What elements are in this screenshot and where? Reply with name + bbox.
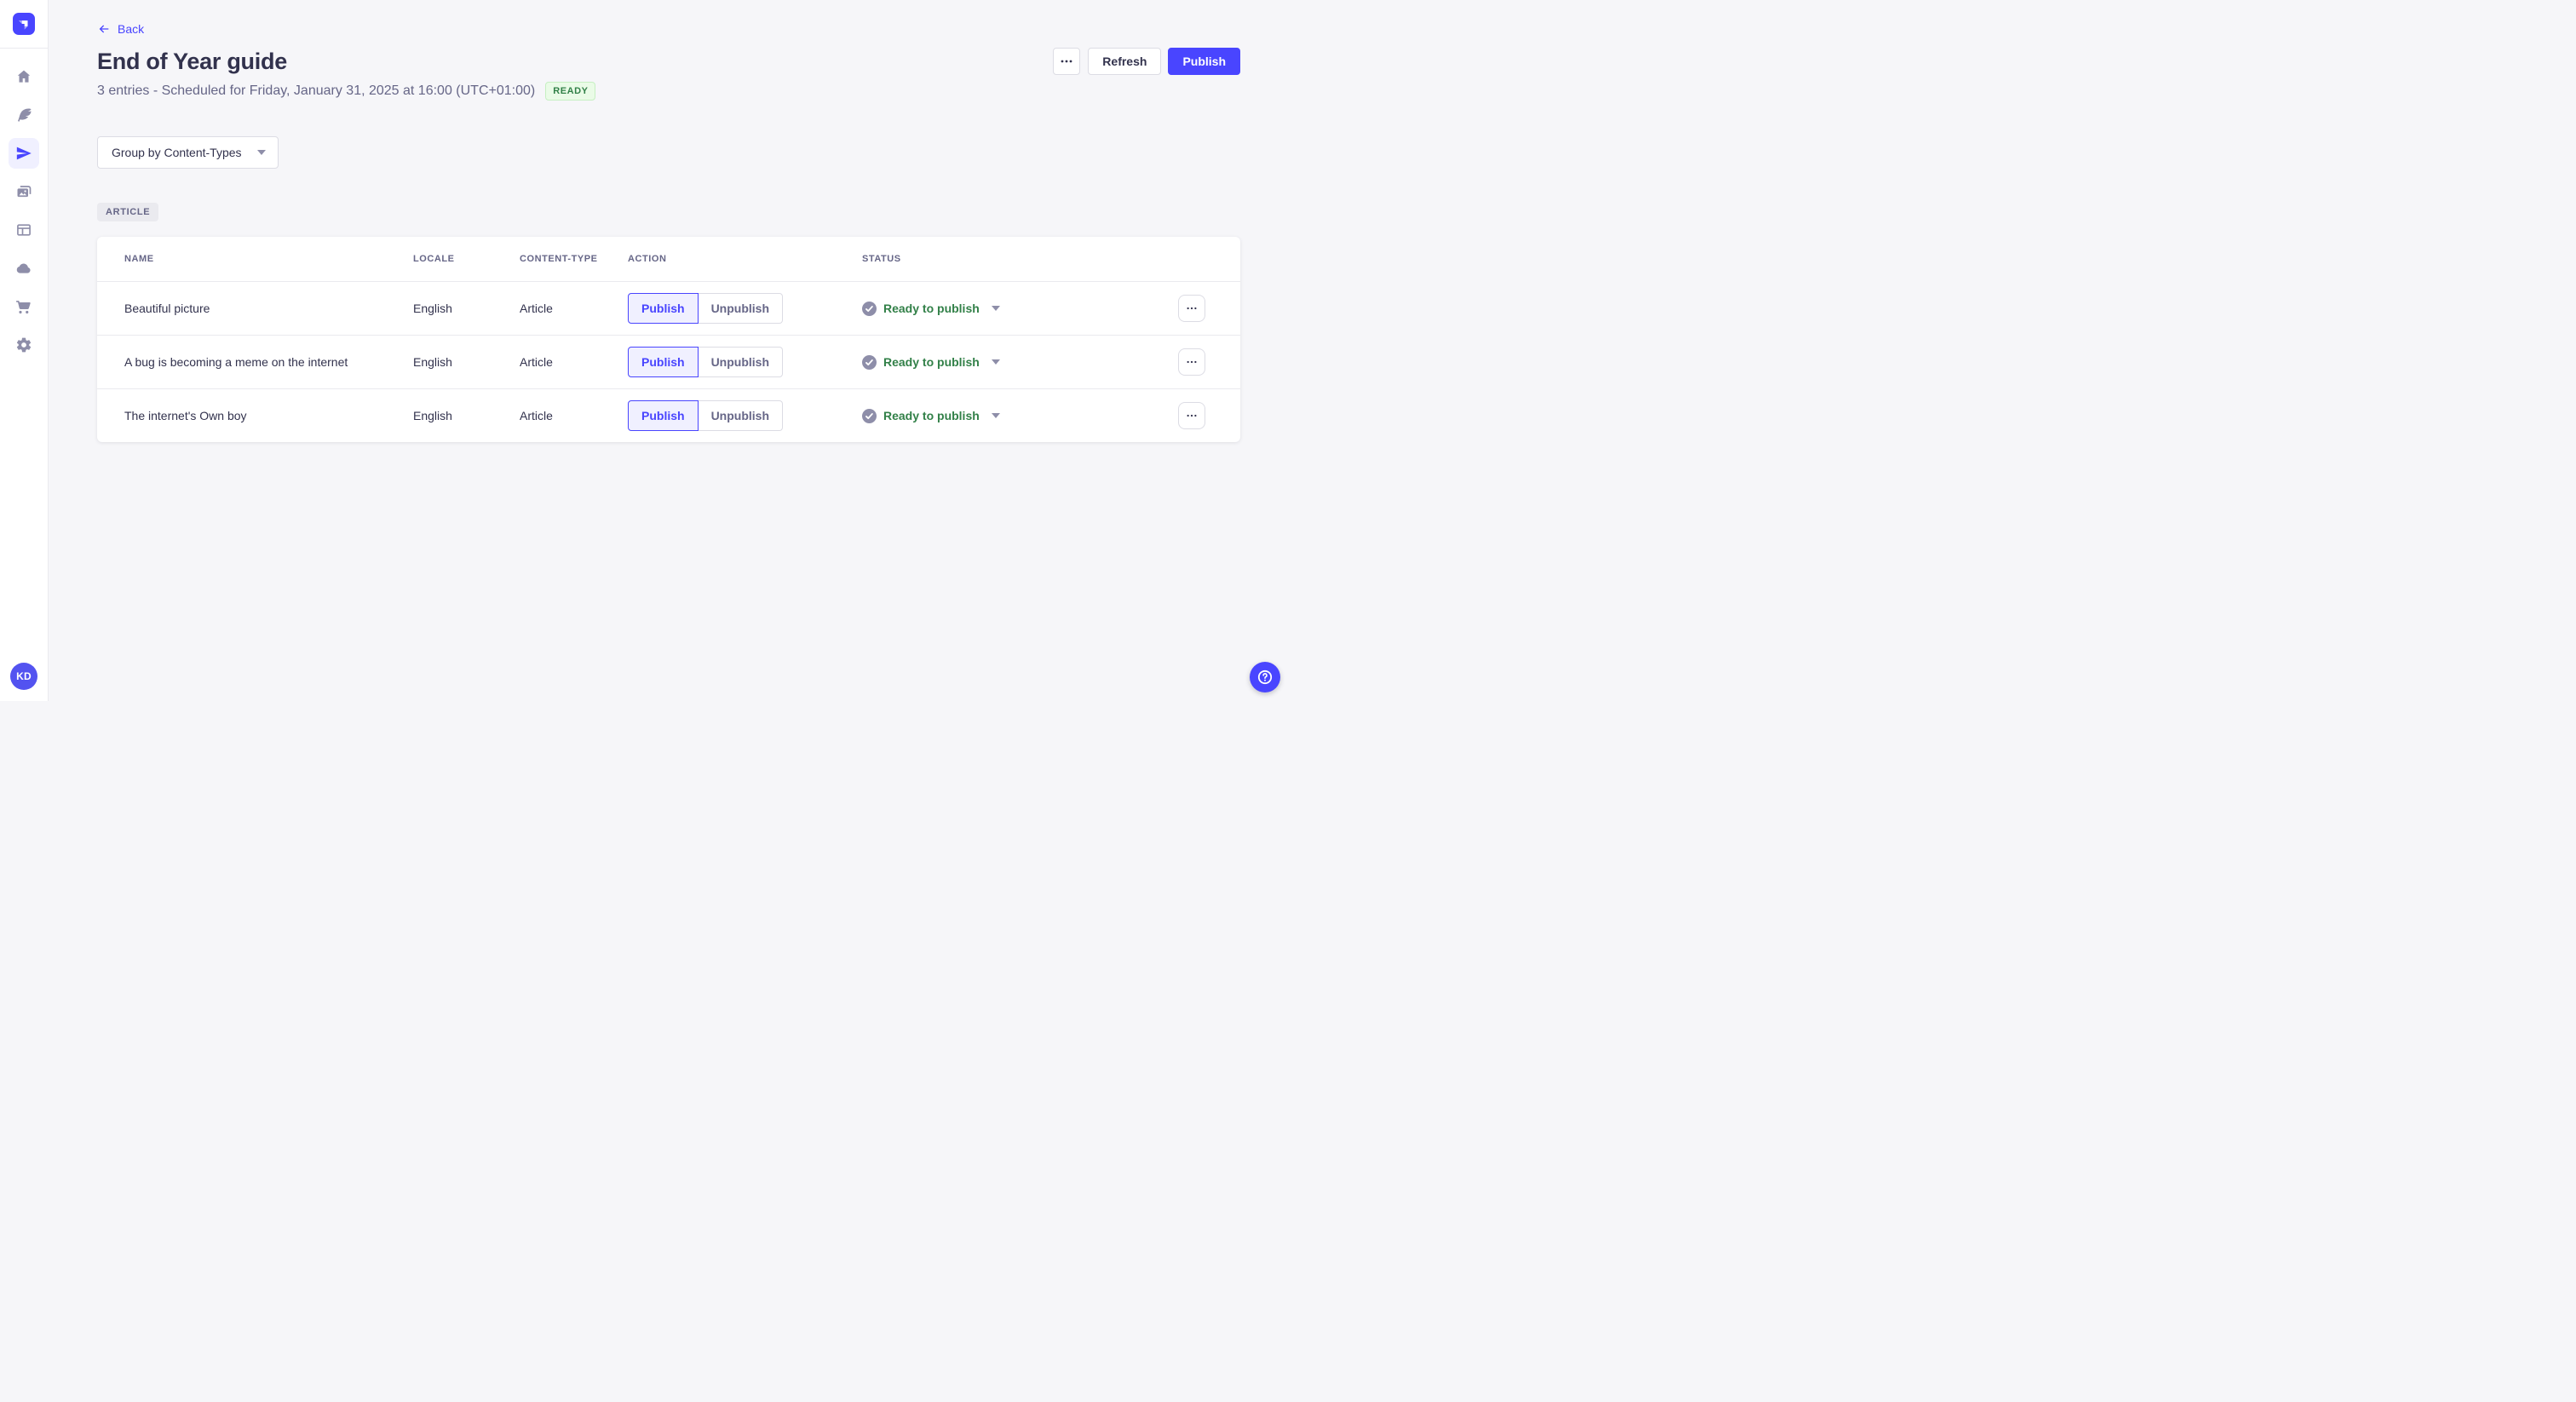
group-by-select[interactable]: Group by Content-Types [97, 136, 279, 169]
entry-status-dropdown[interactable]: Ready to publish [862, 301, 1000, 316]
column-header-status: STATUS [862, 254, 901, 264]
column-header-action: ACTION [628, 254, 667, 264]
column-header-content-type: CONTENT-TYPE [520, 254, 598, 264]
chevron-down-icon [991, 413, 1000, 418]
ellipsis-icon [1061, 60, 1072, 63]
entry-action-toggle: Publish Unpublish [628, 347, 862, 377]
ellipsis-icon [1187, 360, 1197, 364]
sidebar-item-media-library[interactable] [9, 176, 39, 207]
sidebar-item-settings[interactable] [9, 330, 39, 360]
question-circle-icon [1257, 669, 1273, 685]
workspace-logo-button[interactable] [0, 0, 49, 49]
entry-unpublish-option[interactable]: Unpublish [698, 347, 783, 377]
sidebar: KD [0, 0, 49, 701]
table-row: The internet's Own boy English Article P… [97, 388, 1240, 442]
entry-unpublish-option[interactable]: Unpublish [698, 293, 783, 324]
entry-publish-option[interactable]: Publish [628, 400, 699, 431]
entry-publish-option[interactable]: Publish [628, 347, 699, 377]
strapi-logo-icon [13, 13, 35, 35]
sidebar-item-content-type-builder[interactable] [9, 215, 39, 245]
feather-icon [18, 108, 32, 122]
page-title: End of Year guide [97, 48, 287, 74]
refresh-button[interactable]: Refresh [1088, 48, 1162, 75]
table-header-row: NAME LOCALE CONTENT-TYPE ACTION STATUS [97, 237, 1240, 281]
table-row: A bug is becoming a meme on the internet… [97, 335, 1240, 388]
sidebar-item-releases[interactable] [9, 138, 39, 169]
media-library-icon [17, 186, 32, 198]
entry-status-dropdown[interactable]: Ready to publish [862, 408, 1000, 423]
entry-status-label: Ready to publish [883, 302, 980, 315]
entry-status-label: Ready to publish [883, 355, 980, 369]
publish-release-button[interactable]: Publish [1168, 48, 1240, 75]
header-actions: Refresh Publish [1053, 48, 1240, 75]
ellipsis-icon [1187, 414, 1197, 417]
sidebar-item-home[interactable] [9, 61, 39, 92]
cloud-icon [16, 263, 31, 273]
entry-status-dropdown[interactable]: Ready to publish [862, 354, 1000, 370]
entry-more-button[interactable] [1178, 348, 1205, 376]
release-subtitle: 3 entries - Scheduled for Friday, Januar… [97, 83, 536, 98]
user-avatar[interactable]: KD [10, 663, 37, 690]
entry-action-toggle: Publish Unpublish [628, 293, 862, 324]
column-header-locale: LOCALE [413, 254, 455, 264]
chevron-down-icon [991, 359, 1000, 365]
entry-content-type: Article [520, 409, 553, 422]
cart-icon [15, 301, 31, 314]
sidebar-nav [9, 61, 39, 360]
column-header-name: NAME [124, 254, 154, 264]
back-link[interactable]: Back [97, 22, 144, 36]
table-row: Beautiful picture English Article Publis… [97, 281, 1240, 335]
layout-icon [17, 224, 31, 236]
check-circle-icon [862, 354, 877, 370]
entry-unpublish-option[interactable]: Unpublish [698, 400, 783, 431]
group-by-value: Group by Content-Types [112, 146, 242, 159]
check-circle-icon [862, 408, 877, 423]
back-label: Back [118, 22, 145, 36]
check-circle-icon [862, 301, 877, 316]
entry-name: Beautiful picture [124, 302, 210, 315]
chevron-down-icon [256, 150, 266, 155]
arrow-left-icon [99, 25, 109, 33]
sidebar-item-marketplace[interactable] [9, 291, 39, 322]
entry-action-toggle: Publish Unpublish [628, 400, 862, 431]
entry-locale: English [413, 409, 452, 422]
home-icon [17, 70, 31, 83]
ellipsis-icon [1187, 307, 1197, 310]
status-badge: READY [545, 82, 596, 101]
main-content: Back End of Year guide Refresh Publish 3… [49, 0, 1288, 701]
entry-locale: English [413, 302, 452, 315]
entry-content-type: Article [520, 302, 553, 315]
chevron-down-icon [991, 306, 1000, 311]
gear-icon [16, 337, 32, 353]
entry-locale: English [413, 355, 452, 369]
release-more-button[interactable] [1053, 48, 1081, 75]
entry-status-label: Ready to publish [883, 409, 980, 422]
entries-table: NAME LOCALE CONTENT-TYPE ACTION STATUS B… [97, 237, 1240, 442]
entry-content-type: Article [520, 355, 553, 369]
entry-name: The internet's Own boy [124, 409, 247, 422]
entry-more-button[interactable] [1178, 295, 1205, 322]
entry-more-button[interactable] [1178, 402, 1205, 429]
sidebar-item-content-manager[interactable] [9, 100, 39, 130]
content-type-group-badge: ARTICLE [97, 203, 159, 221]
entry-publish-option[interactable]: Publish [628, 293, 699, 324]
paper-plane-icon [16, 147, 32, 160]
app-window: KD Back End of Year guide Refresh Publis… [0, 0, 1288, 701]
help-button[interactable] [1250, 662, 1280, 692]
sidebar-item-deploy[interactable] [9, 253, 39, 284]
entry-name: A bug is becoming a meme on the internet [124, 355, 348, 369]
